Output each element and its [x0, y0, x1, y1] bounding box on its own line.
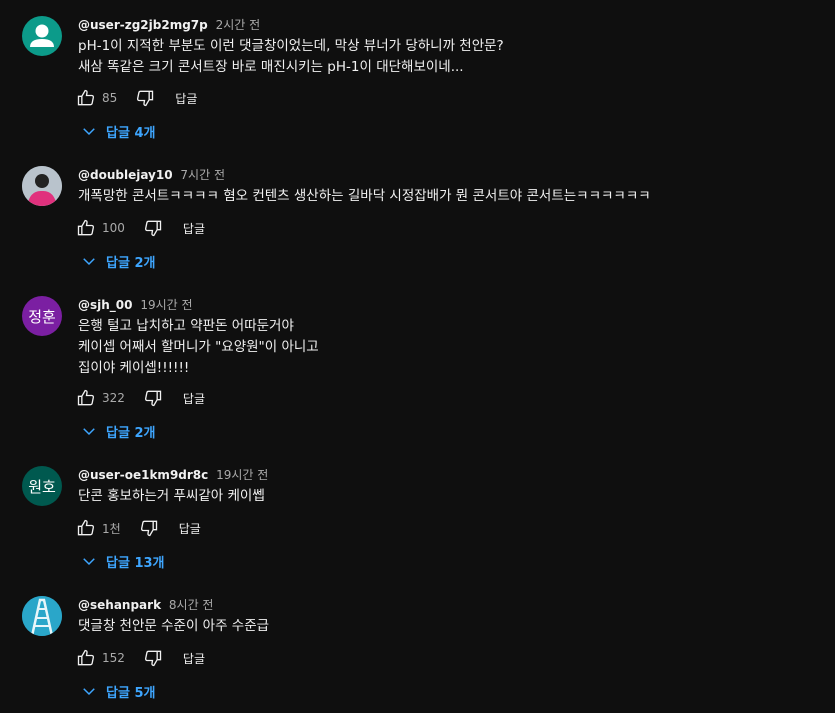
comment-time[interactable]: 7시간 전 — [180, 168, 225, 182]
dislike-icon[interactable] — [141, 646, 165, 670]
like-icon[interactable] — [74, 86, 98, 110]
dislike-icon[interactable] — [141, 386, 165, 410]
comment-line: 케이셉 어째서 할머니가 "요양원"이 아니고 — [78, 339, 319, 355]
comment-actions: 100 답글 — [74, 216, 205, 240]
comment-text: 단콘 홍보하는거 푸씨같아 케이쎕 — [78, 486, 265, 507]
replies-count: 답글 2개 — [106, 255, 156, 271]
comment-actions: 152 답글 — [74, 646, 205, 670]
avatar-initials: 원호 — [28, 477, 56, 496]
comment-time[interactable]: 19시간 전 — [216, 468, 268, 482]
comment-actions: 322 답글 — [74, 386, 205, 410]
comment-text: pH-1이 지적한 부분도 이런 댓글창이었는데, 막상 뷰너가 당하니까 천안… — [78, 36, 504, 78]
avatar[interactable]: 정훈 — [22, 296, 62, 336]
avatar[interactable] — [22, 166, 62, 206]
comment-header: @sjh_00 19시간 전 — [78, 296, 193, 313]
replies-count: 답글 2개 — [106, 425, 156, 441]
like-count: 100 — [102, 221, 125, 235]
chevron-down-icon — [80, 682, 98, 700]
comment-line: 새삼 똑같은 크기 콘서트장 바로 매진시키는 pH-1이 대단해보이네... — [78, 59, 464, 75]
author-name[interactable]: @doublejay10 — [78, 168, 173, 182]
comment-line: pH-1이 지적한 부분도 이런 댓글창이었는데, 막상 뷰너가 당하니까 천안… — [78, 38, 504, 54]
author-name[interactable]: @user-oe1km9dr8c — [78, 468, 208, 482]
comment-actions: 85 답글 — [74, 86, 197, 110]
reply-button[interactable]: 답글 — [183, 650, 205, 667]
chevron-down-icon — [80, 252, 98, 270]
like-icon[interactable] — [74, 646, 98, 670]
comment-time[interactable]: 8시간 전 — [169, 598, 214, 612]
like-icon[interactable] — [74, 386, 98, 410]
comment-text: 개폭망한 콘서트ㅋㅋㅋㅋ 혐오 컨텐츠 생산하는 길바닥 시정잡배가 뭔 콘서트… — [78, 186, 651, 207]
avatar[interactable] — [22, 596, 62, 636]
comment-header: @user-zg2jb2mg7p 2시간 전 — [78, 16, 260, 33]
avatar-initials: 정훈 — [28, 307, 56, 326]
reply-button[interactable]: 답글 — [183, 220, 205, 237]
replies-count: 답글 4개 — [106, 125, 156, 141]
comment-header: @user-oe1km9dr8c 19시간 전 — [78, 466, 268, 483]
like-count: 85 — [102, 91, 118, 105]
comment-actions: 1천 답글 — [74, 516, 201, 540]
profile-photo-icon — [22, 596, 62, 636]
comment-text: 은행 털고 납치하고 약판돈 어따둔거야 케이셉 어째서 할머니가 "요양원"이… — [78, 316, 319, 379]
like-count: 322 — [102, 391, 125, 405]
comment-header: @doublejay10 7시간 전 — [78, 166, 225, 183]
comment-line: 은행 털고 납치하고 약판돈 어따둔거야 — [78, 318, 294, 334]
like-count: 1천 — [102, 521, 121, 536]
comment-time[interactable]: 19시간 전 — [140, 298, 192, 312]
default-user-icon — [30, 24, 54, 47]
replies-count: 답글 5개 — [106, 685, 156, 701]
replies-count: 답글 13개 — [106, 555, 165, 571]
like-icon[interactable] — [74, 516, 98, 540]
view-replies-button[interactable]: 답글 4개 — [80, 119, 155, 143]
chevron-down-icon — [80, 422, 98, 440]
comment-text: 댓글창 천안문 수준이 아주 수준급 — [78, 616, 269, 637]
author-name[interactable]: @sehanpark — [78, 598, 161, 612]
comment-line: 집이야 케이셉!!!!!! — [78, 360, 190, 376]
author-name[interactable]: @user-zg2jb2mg7p — [78, 18, 208, 32]
view-replies-button[interactable]: 답글 2개 — [80, 419, 155, 443]
comment-line: 단콘 홍보하는거 푸씨같아 케이쎕 — [78, 488, 265, 504]
chevron-down-icon — [80, 552, 98, 570]
comment-line: 댓글창 천안문 수준이 아주 수준급 — [78, 618, 270, 634]
comment-header: @sehanpark 8시간 전 — [78, 596, 213, 613]
avatar[interactable] — [22, 16, 62, 56]
reply-button[interactable]: 답글 — [183, 390, 205, 407]
like-icon[interactable] — [74, 216, 98, 240]
dislike-icon[interactable] — [133, 86, 157, 110]
view-replies-button[interactable]: 답글 5개 — [80, 679, 155, 703]
comment-time[interactable]: 2시간 전 — [216, 18, 261, 32]
reply-button[interactable]: 답글 — [179, 520, 201, 537]
chevron-down-icon — [80, 122, 98, 140]
like-count: 152 — [102, 651, 125, 665]
comment-line: 개폭망한 콘서트ㅋㅋㅋㅋ 혐오 컨텐츠 생산하는 길바닥 시정잡배가 뭔 콘서트… — [78, 188, 651, 204]
view-replies-button[interactable]: 답글 13개 — [80, 549, 165, 573]
dislike-icon[interactable] — [137, 516, 161, 540]
avatar[interactable]: 원호 — [22, 466, 62, 506]
author-name[interactable]: @sjh_00 — [78, 298, 133, 312]
view-replies-button[interactable]: 답글 2개 — [80, 249, 155, 273]
reply-button[interactable]: 답글 — [175, 90, 197, 107]
dislike-icon[interactable] — [141, 216, 165, 240]
profile-photo-icon — [22, 166, 62, 206]
